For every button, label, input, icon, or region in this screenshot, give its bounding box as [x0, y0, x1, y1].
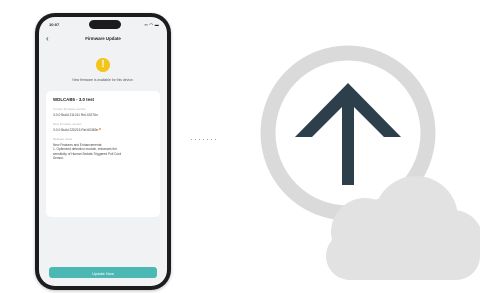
- connector-dots: ·······: [190, 134, 218, 144]
- device-name: WDLCAB5 - 3.0 test: [53, 97, 94, 102]
- page-title: Firmware Update: [85, 36, 121, 41]
- phone-mockup: 10:07 ▪▪ ◠ ▬ ‹ Firmware Update ! New fir…: [35, 13, 171, 290]
- new-indicator-dot: [99, 128, 102, 130]
- upload-arrow-icon: [295, 83, 401, 185]
- release-notes-line: Sensor.: [53, 156, 64, 161]
- firmware-card: WDLCAB5 - 3.0 test Current firmware vers…: [46, 91, 160, 217]
- cloud-icon: [326, 176, 480, 280]
- update-notice: New firmware is available for this devic…: [72, 78, 134, 82]
- nav-bar: ‹ Firmware Update: [39, 34, 167, 46]
- phone-screen: 10:07 ▪▪ ◠ ▬ ‹ Firmware Update ! New fir…: [39, 17, 167, 286]
- release-notes-label: Release notes: [53, 137, 73, 141]
- info-icon: !: [96, 58, 110, 72]
- cloud-upload-illustration: [260, 45, 480, 280]
- status-time: 10:07: [49, 22, 60, 27]
- status-icons: ▪▪ ◠ ▬: [144, 22, 159, 27]
- latest-version-label: New firmware version: [53, 122, 82, 126]
- latest-version-value: 3.0.0 Build 220215 Rel.60369n: [53, 128, 99, 132]
- current-version-label: Current firmware version: [53, 107, 86, 111]
- status-bar: 10:07 ▪▪ ◠ ▬: [39, 20, 167, 30]
- current-version-value: 3.0.0 Build 211011 Rel.43276n: [53, 113, 98, 117]
- update-now-button[interactable]: Update Now: [49, 267, 157, 278]
- latest-version-row: 3.0.0 Build 220215 Rel.60369n: [53, 128, 153, 132]
